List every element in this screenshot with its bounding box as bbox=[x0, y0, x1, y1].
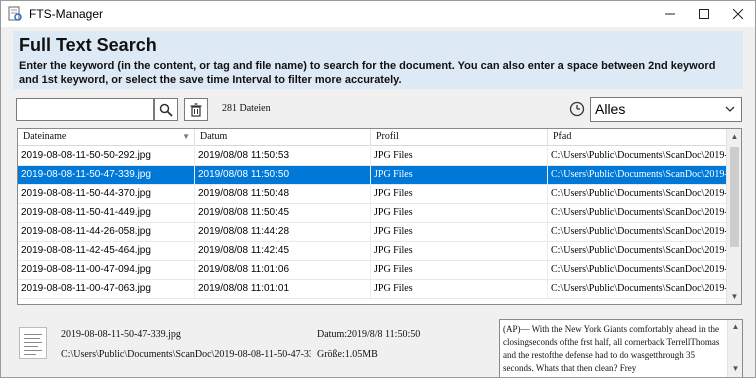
cell-filename: 2019-08-08-11-44-26-058.jpg bbox=[18, 223, 195, 242]
table-row-selected[interactable]: 2019-08-08-11-50-47-339.jpg 2019/08/08 1… bbox=[18, 166, 727, 185]
trash-icon bbox=[190, 102, 202, 117]
cell-path: C:\Users\Public\Documents\ScanDoc\2019-0… bbox=[548, 223, 727, 242]
cell-date: 2019/08/08 11:01:01 bbox=[195, 280, 371, 299]
cell-filename: 2019-08-08-11-50-44-370.jpg bbox=[18, 185, 195, 204]
cell-path: C:\Users\Public\Documents\ScanDoc\2019-0… bbox=[548, 185, 727, 204]
table-row[interactable]: 2019-08-08-11-50-44-370.jpg 2019/08/08 1… bbox=[18, 185, 727, 204]
preview-scrollbar[interactable]: ▲ ▼ bbox=[727, 320, 742, 377]
clear-search-button[interactable] bbox=[184, 98, 208, 121]
cell-profile: JPG Files bbox=[371, 147, 548, 166]
cell-date: 2019/08/08 11:44:28 bbox=[195, 223, 371, 242]
cell-path: C:\Users\Public\Documents\ScanDoc\2019-0… bbox=[548, 166, 727, 185]
column-header-path[interactable]: Pfad bbox=[548, 129, 727, 146]
search-button[interactable] bbox=[154, 98, 178, 121]
clock-icon bbox=[569, 101, 585, 117]
scroll-up-icon[interactable]: ▲ bbox=[728, 322, 742, 331]
table-row[interactable]: 2019-08-08-11-00-47-063.jpg 2019/08/08 1… bbox=[18, 280, 727, 299]
cell-profile: JPG Files bbox=[371, 185, 548, 204]
scroll-up-icon[interactable]: ▲ bbox=[727, 129, 741, 144]
cell-filename: 2019-08-08-11-00-47-094.jpg bbox=[18, 261, 195, 280]
time-interval-value: Alles bbox=[595, 101, 626, 117]
text-preview[interactable]: (AP)— With the New York Giants comfortab… bbox=[499, 319, 743, 377]
cell-date: 2019/08/08 11:01:06 bbox=[195, 261, 371, 280]
cell-path: C:\Users\Public\Documents\ScanDoc\2019-0… bbox=[548, 204, 727, 223]
cell-profile: JPG Files bbox=[371, 166, 548, 185]
maximize-icon bbox=[699, 9, 709, 19]
column-header-date[interactable]: Datum bbox=[195, 129, 371, 146]
search-icon bbox=[159, 103, 173, 117]
table-row[interactable]: 2019-08-08-11-50-50-292.jpg 2019/08/08 1… bbox=[18, 147, 727, 166]
minimize-button[interactable] bbox=[653, 1, 687, 27]
scroll-down-icon[interactable]: ▼ bbox=[727, 289, 741, 304]
file-grid: Dateiname ▼ Datum Profil Pfad 2019-08-08… bbox=[17, 128, 742, 305]
cell-path: C:\Users\Public\Documents\ScanDoc\2019-0… bbox=[548, 147, 727, 166]
table-row[interactable]: 2019-08-08-11-42-45-464.jpg 2019/08/08 1… bbox=[18, 242, 727, 261]
cell-date: 2019/08/08 11:50:53 bbox=[195, 147, 371, 166]
grid-scrollbar[interactable]: ▲ ▼ bbox=[726, 129, 741, 304]
cell-path: C:\Users\Public\Documents\ScanDoc\2019-0… bbox=[548, 280, 727, 299]
column-header-profile[interactable]: Profil bbox=[371, 129, 548, 146]
cell-filename: 2019-08-08-11-00-47-063.jpg bbox=[18, 280, 195, 299]
page-description: Enter the keyword (in the content, or ta… bbox=[19, 60, 716, 86]
scroll-down-icon[interactable]: ▼ bbox=[728, 364, 742, 373]
cell-date: 2019/08/08 11:42:45 bbox=[195, 242, 371, 261]
time-interval-select[interactable]: Alles bbox=[590, 97, 742, 122]
column-header-filename[interactable]: Dateiname ▼ bbox=[18, 129, 195, 146]
cell-profile: JPG Files bbox=[371, 280, 548, 299]
close-button[interactable] bbox=[721, 1, 755, 27]
table-row[interactable]: 2019-08-08-11-50-41-449.jpg 2019/08/08 1… bbox=[18, 204, 727, 223]
scrollbar-thumb[interactable] bbox=[730, 147, 739, 247]
result-count: 281 Dateien bbox=[222, 103, 271, 114]
cell-path: C:\Users\Public\Documents\ScanDoc\2019-0… bbox=[548, 261, 727, 280]
chevron-down-icon bbox=[725, 106, 735, 112]
page-title: Full Text Search bbox=[19, 35, 157, 55]
table-row[interactable]: 2019-08-08-11-00-47-094.jpg 2019/08/08 1… bbox=[18, 261, 727, 280]
cell-profile: JPG Files bbox=[371, 261, 548, 280]
cell-date: 2019/08/08 11:50:45 bbox=[195, 204, 371, 223]
document-thumbnail bbox=[19, 327, 47, 359]
detail-date: Datum:2019/8/8 11:50:50 bbox=[317, 329, 421, 340]
cell-date: 2019/08/08 11:50:50 bbox=[195, 166, 371, 185]
search-input[interactable] bbox=[16, 98, 154, 121]
close-icon bbox=[733, 9, 743, 19]
title-bar: FTS-Manager bbox=[1, 1, 755, 27]
cell-date: 2019/08/08 11:50:48 bbox=[195, 185, 371, 204]
app-window: FTS-Manager Full Text Search Enter the k… bbox=[0, 0, 756, 378]
maximize-button[interactable] bbox=[687, 1, 721, 27]
detail-path: C:\Users\Public\Documents\ScanDoc\2019-0… bbox=[61, 349, 311, 360]
minimize-icon bbox=[665, 13, 675, 15]
cell-filename: 2019-08-08-11-50-47-339.jpg bbox=[18, 166, 195, 185]
app-icon bbox=[7, 6, 23, 22]
cell-profile: JPG Files bbox=[371, 204, 548, 223]
preview-text: (AP)— With the New York Giants comfortab… bbox=[503, 324, 720, 373]
table-row[interactable]: 2019-08-08-11-44-26-058.jpg 2019/08/08 1… bbox=[18, 223, 727, 242]
cell-filename: 2019-08-08-11-50-50-292.jpg bbox=[18, 147, 195, 166]
sort-down-icon: ▼ bbox=[182, 132, 190, 141]
detail-size: Größe:1.05MB bbox=[317, 349, 378, 360]
header-panel: Full Text Search Enter the keyword (in t… bbox=[13, 31, 743, 89]
cell-profile: JPG Files bbox=[371, 242, 548, 261]
window-title: FTS-Manager bbox=[29, 7, 104, 21]
detail-filename: 2019-08-08-11-50-47-339.jpg bbox=[61, 329, 181, 340]
cell-path: C:\Users\Public\Documents\ScanDoc\2019-0… bbox=[548, 242, 727, 261]
cell-filename: 2019-08-08-11-42-45-464.jpg bbox=[18, 242, 195, 261]
cell-filename: 2019-08-08-11-50-41-449.jpg bbox=[18, 204, 195, 223]
grid-header: Dateiname ▼ Datum Profil Pfad bbox=[18, 129, 727, 146]
cell-profile: JPG Files bbox=[371, 223, 548, 242]
